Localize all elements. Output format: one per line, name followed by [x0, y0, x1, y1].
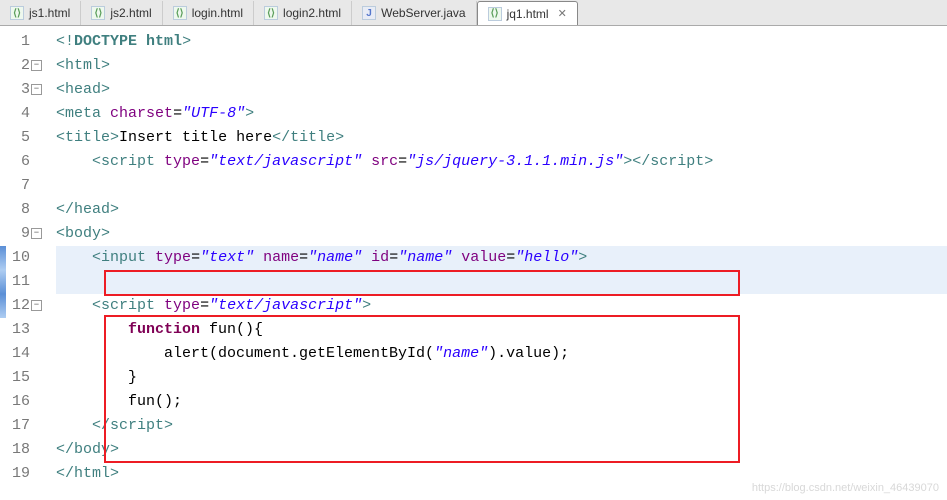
- fold-icon[interactable]: −: [31, 300, 42, 311]
- code-editor[interactable]: 1 2− 3− 4 5 6 7 8 9− 10 11 12− 13 14 15 …: [0, 26, 947, 486]
- editor-tabs: ⟨⟩js1.html ⟨⟩js2.html ⟨⟩login.html ⟨⟩log…: [0, 0, 947, 26]
- tab-login[interactable]: ⟨⟩login.html: [163, 1, 254, 25]
- code-line: fun();: [56, 390, 947, 414]
- code-line: <title>Insert title here</title>: [56, 126, 947, 150]
- code-line: </script>: [56, 414, 947, 438]
- code-line: <input type="text" name="name" id="name"…: [56, 246, 947, 270]
- fold-icon[interactable]: −: [31, 84, 42, 95]
- code-line: [56, 174, 947, 198]
- code-line: <!DOCTYPE html>: [56, 30, 947, 54]
- code-line: function fun(){: [56, 318, 947, 342]
- fold-icon[interactable]: −: [31, 228, 42, 239]
- code-line: <script type="text/javascript">: [56, 294, 947, 318]
- watermark: https://blog.csdn.net/weixin_46439070: [752, 482, 939, 494]
- code-line: <html>: [56, 54, 947, 78]
- code-line: <meta charset="UTF-8">: [56, 102, 947, 126]
- code-line: [56, 270, 947, 294]
- html-file-icon: ⟨⟩: [173, 6, 187, 20]
- tab-login2[interactable]: ⟨⟩login2.html: [254, 1, 352, 25]
- code-line: <head>: [56, 78, 947, 102]
- html-file-icon: ⟨⟩: [264, 6, 278, 20]
- tab-js1[interactable]: ⟨⟩js1.html: [0, 1, 81, 25]
- fold-icon[interactable]: −: [31, 60, 42, 71]
- code-line: <body>: [56, 222, 947, 246]
- html-file-icon: ⟨⟩: [10, 6, 24, 20]
- code-line: }: [56, 366, 947, 390]
- code-line: <script type="text/javascript" src="js/j…: [56, 150, 947, 174]
- line-gutter: 1 2− 3− 4 5 6 7 8 9− 10 11 12− 13 14 15 …: [0, 30, 40, 486]
- tab-webserver[interactable]: JWebServer.java: [352, 1, 477, 25]
- html-file-icon: ⟨⟩: [91, 6, 105, 20]
- tab-jq1[interactable]: ⟨⟩jq1.html✕: [477, 1, 578, 25]
- code-area[interactable]: <!DOCTYPE html> <html> <head> <meta char…: [40, 30, 947, 486]
- html-file-icon: ⟨⟩: [488, 7, 502, 21]
- code-line: alert(document.getElementById("name").va…: [56, 342, 947, 366]
- tab-js2[interactable]: ⟨⟩js2.html: [81, 1, 162, 25]
- code-line: </head>: [56, 198, 947, 222]
- close-icon[interactable]: ✕: [558, 7, 567, 20]
- java-file-icon: J: [362, 6, 376, 20]
- code-line: </body>: [56, 438, 947, 462]
